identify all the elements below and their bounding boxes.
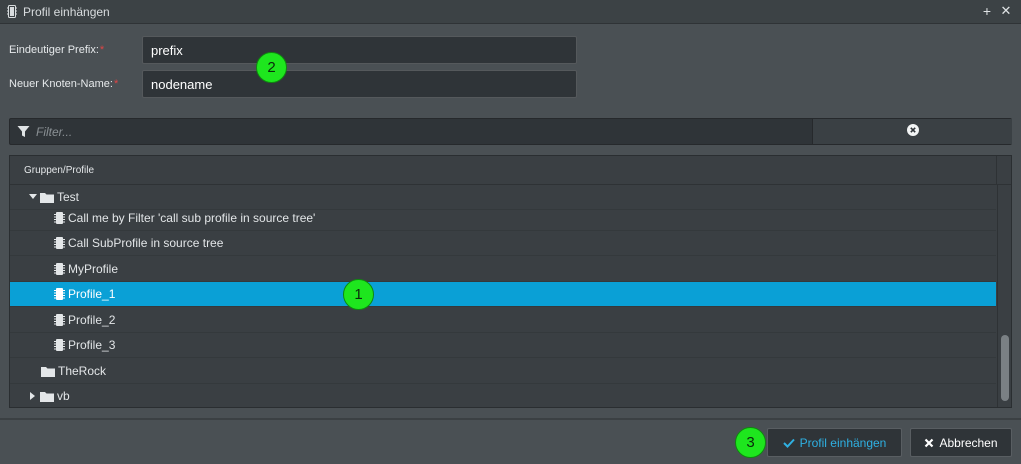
filter-bar: [9, 118, 1012, 145]
prefix-input[interactable]: [142, 36, 577, 64]
clear-circle-x-icon: [906, 124, 919, 139]
clear-filter-button[interactable]: [812, 119, 1012, 144]
tree-row-label: vb: [57, 389, 70, 403]
profile-chip-icon: [54, 313, 65, 327]
profile-chip-icon: [54, 236, 65, 250]
expand-down-arrow-icon[interactable]: [28, 194, 38, 200]
tree-row-therock[interactable]: TheRock: [10, 359, 996, 384]
profile-chip-icon: [54, 338, 65, 352]
tree-row-label: Profile_3: [68, 338, 116, 352]
cancel-label: Abbrechen: [939, 435, 998, 450]
tree-scrollbar[interactable]: [997, 185, 1011, 407]
profile-tree: Gruppen/Profile Test Call me by Filter '…: [9, 155, 1012, 408]
tree-row-label: Call SubProfile in source tree: [68, 236, 224, 250]
tree-row-call-subprofile[interactable]: Call SubProfile in source tree: [10, 231, 996, 256]
tree-row-label: MyProfile: [68, 262, 119, 276]
annotation-marker-2: 2: [256, 52, 287, 83]
filter-funnel-icon: [17, 125, 30, 138]
profile-chip-icon: [54, 262, 65, 276]
window-title: Profil einhängen: [23, 4, 110, 19]
close-x-icon: [924, 438, 934, 448]
tree-row-call-me-by-filter[interactable]: Call me by Filter 'call sub profile in s…: [10, 206, 996, 231]
tree-row-profile-2[interactable]: Profile_2: [10, 308, 996, 333]
tree-column-header: Gruppen/Profile: [10, 156, 996, 185]
node-name-label: Neuer Knoten-Name:*: [9, 78, 118, 90]
tree-row-vb[interactable]: vb: [10, 384, 996, 407]
tree-row-profile-3[interactable]: Profile_3: [10, 333, 996, 358]
node-name-input[interactable]: [142, 70, 577, 98]
close-window-button[interactable]: ✕: [999, 3, 1013, 19]
prefix-label: Eindeutiger Prefix:*: [9, 44, 104, 56]
folder-icon: [40, 391, 54, 402]
expand-right-arrow-icon[interactable]: [28, 392, 38, 400]
tree-scrollbar-thumb[interactable]: [1001, 335, 1009, 401]
profile-chip-icon: [54, 211, 65, 225]
tree-row-label: Profile_2: [68, 313, 116, 327]
folder-icon: [41, 366, 55, 377]
mount-profile-button[interactable]: Profil einhängen: [767, 428, 902, 457]
required-mark: *: [113, 78, 119, 90]
checkmark-icon: [782, 438, 795, 448]
maximize-button[interactable]: +: [980, 3, 994, 19]
annotation-marker-3: 3: [735, 427, 766, 458]
mount-profile-label: Profil einhängen: [799, 435, 887, 450]
tree-row-profile-1[interactable]: Profile_1: [10, 282, 996, 307]
profile-chip-icon: [54, 287, 65, 301]
tree-row-label: TheRock: [58, 364, 107, 378]
folder-icon: [40, 192, 54, 203]
footer-separator: [0, 418, 1021, 420]
required-mark: *: [99, 44, 105, 56]
tree-row-label: Test: [57, 190, 80, 204]
cancel-button[interactable]: Abbrechen: [910, 428, 1012, 457]
prefix-label-text: Eindeutiger Prefix:: [9, 44, 99, 56]
tree-row-label: Call me by Filter 'call sub profile in s…: [68, 211, 316, 225]
node-name-label-text: Neuer Knoten-Name:: [9, 78, 113, 90]
title-bar: Profil einhängen + ✕: [0, 0, 1021, 24]
annotation-marker-1: 1: [343, 279, 374, 310]
tree-row-label: Profile_1: [68, 287, 116, 301]
filter-input[interactable]: [36, 122, 806, 142]
tree-header-corner: [996, 156, 1011, 185]
profile-chip-icon: [7, 5, 17, 18]
tree-row-myprofile[interactable]: MyProfile: [10, 257, 996, 282]
